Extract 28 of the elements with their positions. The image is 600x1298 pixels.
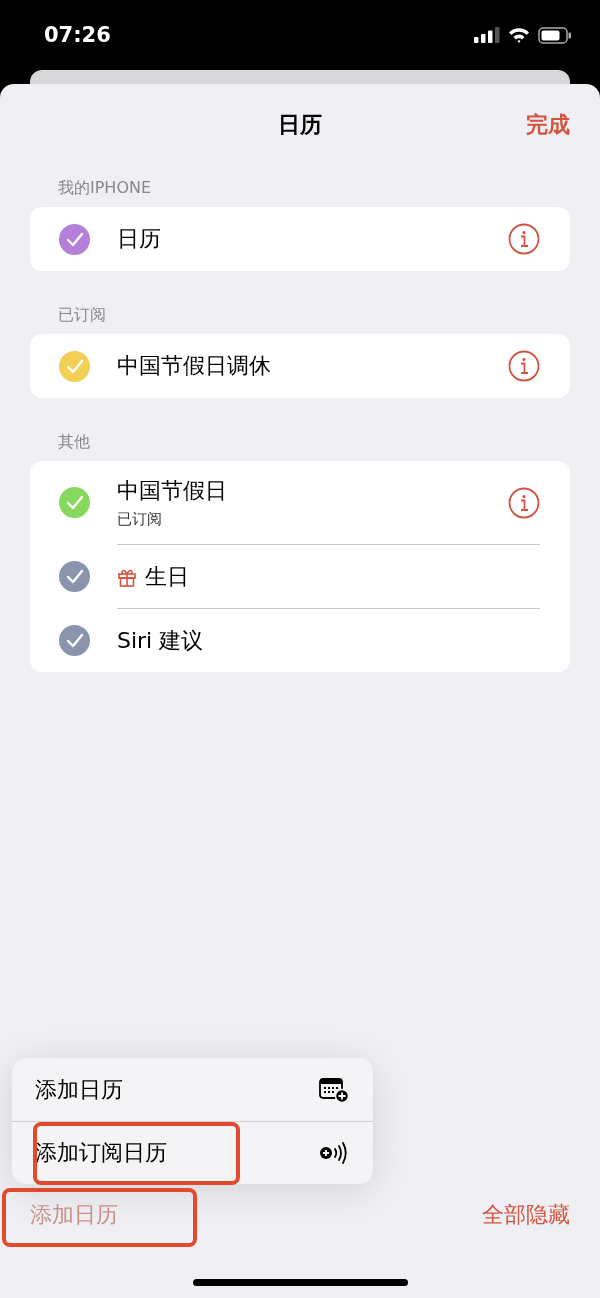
section-header: 已订阅: [57, 304, 107, 326]
calendar-name: Siri 建议: [117, 626, 204, 655]
info-icon[interactable]: [508, 223, 540, 255]
status-time: 07:26: [44, 23, 111, 47]
hide-all-button[interactable]: 全部隐藏: [482, 1200, 570, 1230]
calendar-check[interactable]: [59, 223, 90, 255]
menu-item[interactable]: 添加订阅日历: [12, 1121, 373, 1184]
info-icon[interactable]: [508, 350, 540, 382]
calendar-check[interactable]: [59, 350, 90, 382]
wifi-icon: [508, 27, 530, 43]
info-icon[interactable]: [508, 486, 540, 519]
signal-icon: [474, 27, 500, 43]
calendar-name: 日历: [117, 225, 161, 253]
calendar-name: 生日: [145, 562, 189, 591]
calendar-name: 中国节假日调休: [117, 352, 271, 380]
calendar-name: 中国节假日: [117, 477, 227, 505]
calendar-subtitle: 已订阅: [117, 510, 163, 529]
calendar-check[interactable]: [59, 624, 90, 656]
subscribe-add-icon: [319, 1142, 349, 1164]
calendar-add-icon: [319, 1076, 349, 1103]
section-header: 其他: [57, 431, 91, 453]
calendar-check[interactable]: [59, 487, 90, 518]
menu-item[interactable]: 添加日历: [12, 1058, 373, 1121]
sheet-title: 日历: [278, 111, 322, 139]
section-header: 我的IPHONE: [57, 177, 153, 199]
battery-icon: [538, 26, 572, 44]
calendar-check[interactable]: [59, 560, 90, 592]
done-button[interactable]: 完成: [526, 110, 570, 140]
